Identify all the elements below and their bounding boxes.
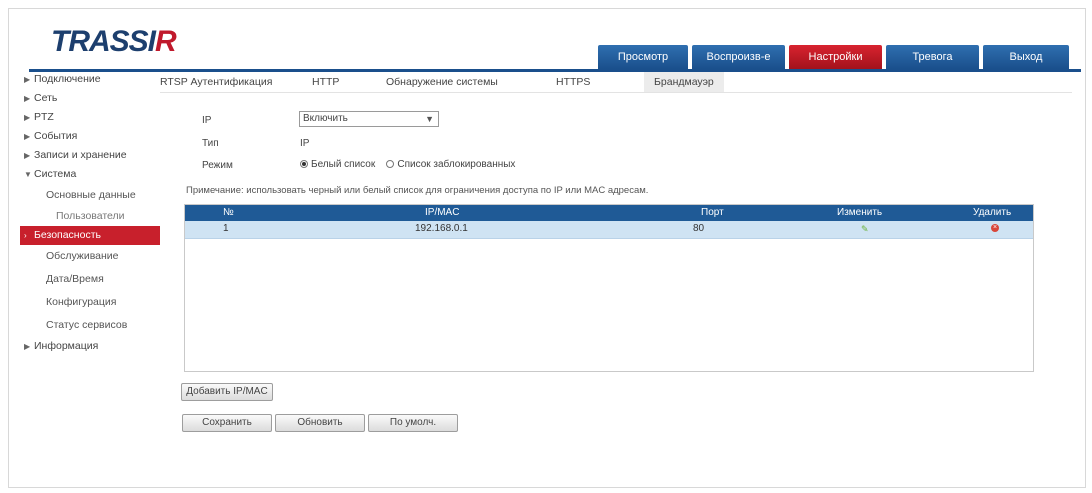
nav-tab-playback[interactable]: Воспроизв-е <box>692 45 785 69</box>
firewall-select[interactable]: Включить ▼ <box>299 111 439 127</box>
nav-tab-settings[interactable]: Настройки <box>789 45 882 69</box>
firewall-note: Примечание: использовать черный или белы… <box>186 185 649 196</box>
sidebar-item-connection[interactable]: ▶ Подключение <box>20 70 160 89</box>
subtab-rtsp-auth[interactable]: RTSP Аутентификация <box>160 72 312 92</box>
row-port: 80 <box>693 223 705 234</box>
add-ip-button[interactable]: Добавить IP/MAC <box>181 383 273 401</box>
trassir-logo: TRASSIR <box>51 25 177 58</box>
nav-tab-live[interactable]: Просмотр <box>598 45 688 69</box>
mode-label: Режим <box>202 160 233 171</box>
refresh-button[interactable]: Обновить <box>275 414 365 432</box>
active-marker-icon: › <box>24 231 27 240</box>
column-header-port: Порт <box>701 207 724 218</box>
mode-radio-group: Белый список Список заблокированных <box>300 159 515 170</box>
radio-whitelist[interactable]: Белый список <box>300 159 375 170</box>
column-header-delete: Удалить <box>973 207 1012 218</box>
firewall-select-value: Включить <box>303 113 348 124</box>
nav-tab-alarm[interactable]: Тревога <box>886 45 979 69</box>
column-header-num: № <box>223 207 234 218</box>
save-button[interactable]: Сохранить <box>182 414 272 432</box>
column-header-edit: Изменить <box>837 207 883 218</box>
subtab-firewall[interactable]: Брандмауэр <box>644 72 724 92</box>
delete-icon: × <box>991 224 999 233</box>
expand-triangle-icon: ▶ <box>24 342 31 351</box>
main-nav: Просмотр Воспроизв-е Настройки Тревога В… <box>598 45 1069 69</box>
default-button[interactable]: По умолч. <box>368 414 458 432</box>
type-label: Тип <box>202 138 219 149</box>
sidebar-item-users[interactable]: Пользователи <box>20 207 160 226</box>
sidebar-item-info[interactable]: ▶ Информация <box>20 337 160 356</box>
column-header-address: IP/MAC <box>425 207 460 218</box>
expand-triangle-icon: ▶ <box>24 94 31 103</box>
expand-triangle-icon: ▶ <box>24 75 31 84</box>
radio-whitelist-label: Белый список <box>311 159 376 170</box>
sidebar-item-maintenance[interactable]: Обслуживание <box>20 245 160 268</box>
row-num: 1 <box>223 223 229 234</box>
sidebar-item-network[interactable]: ▶ Сеть <box>20 89 160 108</box>
subtab-discovery[interactable]: Обнаружение системы <box>386 72 556 92</box>
ip-select-label: IP <box>202 115 212 126</box>
radio-unchecked-icon <box>386 160 395 169</box>
nav-tab-logout[interactable]: Выход <box>983 45 1069 69</box>
sidebar-item-service-status[interactable]: Статус сервисов <box>20 314 160 337</box>
chevron-down-icon: ▼ <box>425 114 434 124</box>
sidebar-item-datetime[interactable]: Дата/Время <box>20 268 160 291</box>
collapse-triangle-icon: ▼ <box>24 170 32 179</box>
type-value: IP <box>300 138 310 149</box>
firewall-table: № IP/MAC Порт Изменить Удалить 1 192.168… <box>184 204 1034 372</box>
sidebar-item-config[interactable]: Конфигурация <box>20 291 160 314</box>
expand-triangle-icon: ▶ <box>24 151 31 160</box>
subtab-http[interactable]: HTTP <box>312 72 386 92</box>
sidebar-item-storage[interactable]: ▶ Записи и хранение <box>20 146 160 165</box>
sidebar-item-system[interactable]: ▼ Система <box>20 165 160 184</box>
subtab-divider <box>160 92 1072 93</box>
radio-blacklist[interactable]: Список заблокированных <box>386 159 515 170</box>
radio-blacklist-label: Список заблокированных <box>397 159 516 170</box>
sidebar: ▶ Подключение ▶ Сеть ▶ PTZ ▶ События ▶ Записи… <box>20 70 160 356</box>
expand-triangle-icon: ▶ <box>24 132 31 141</box>
table-header: № IP/MAC Порт Изменить Удалить <box>185 205 1033 221</box>
edit-icon[interactable]: ✎ <box>861 221 869 237</box>
sidebar-item-security[interactable]: › Безопасность <box>20 226 160 245</box>
radio-checked-icon <box>300 160 308 169</box>
delete-button[interactable]: × <box>991 221 999 237</box>
sidebar-item-events[interactable]: ▶ События <box>20 127 160 146</box>
row-address: 192.168.0.1 <box>415 223 468 234</box>
expand-triangle-icon: ▶ <box>24 113 31 122</box>
sidebar-item-ptz[interactable]: ▶ PTZ <box>20 108 160 127</box>
table-row[interactable]: 1 192.168.0.1 80 ✎ × <box>185 221 1033 239</box>
subtab-https[interactable]: HTTPS <box>556 72 644 92</box>
subtab-bar: RTSP Аутентификация HTTP Обнаружение сис… <box>160 72 724 92</box>
sidebar-item-basic-info[interactable]: Основные данные <box>20 184 160 207</box>
